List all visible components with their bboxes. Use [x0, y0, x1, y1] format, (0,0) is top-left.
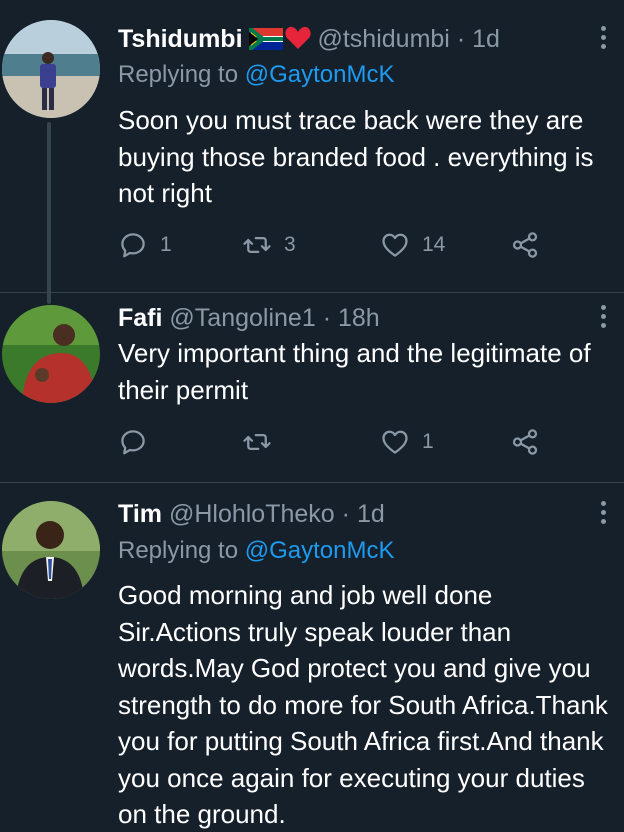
like-button[interactable]: 1	[380, 425, 434, 459]
user-handle[interactable]: @Tangoline1	[169, 304, 315, 332]
thread-line	[47, 122, 51, 304]
like-count: 1	[422, 430, 434, 453]
mention-link[interactable]: @GaytonMcK	[245, 537, 395, 564]
separator-dot: ·	[341, 500, 350, 528]
retweet-button[interactable]: 3	[242, 228, 296, 262]
tweet-text: Very important thing and the legitimate …	[118, 338, 591, 405]
tweet-feed: Tshidumbi @tshidumbi · 1d Replying to @G…	[0, 0, 624, 832]
reply-button[interactable]	[118, 425, 148, 459]
display-name[interactable]: Fafi	[118, 304, 162, 332]
display-name[interactable]: Tim	[118, 500, 162, 528]
reply-count: 1	[160, 233, 172, 256]
avatar-fafi[interactable]	[2, 305, 100, 403]
more-icon[interactable]	[596, 501, 610, 527]
share-icon	[512, 232, 538, 258]
share-button[interactable]	[510, 425, 540, 459]
heart-icon	[382, 233, 408, 257]
replying-prefix: Replying to	[118, 537, 245, 564]
reply-button[interactable]: 1	[118, 228, 172, 262]
share-button[interactable]	[510, 228, 540, 262]
action-bar: 1 3 14	[118, 228, 558, 262]
timestamp[interactable]: 1d	[357, 500, 385, 528]
mention-link[interactable]: @GaytonMcK	[245, 61, 395, 88]
retweet-count: 3	[284, 233, 296, 256]
tweet-1[interactable]: Tshidumbi @tshidumbi · 1d Replying to @G…	[0, 0, 624, 304]
reply-icon	[121, 233, 145, 258]
retweet-button[interactable]	[242, 425, 272, 459]
replying-to: Replying to @GaytonMcK	[118, 536, 395, 566]
replying-to: Replying to @GaytonMcK	[118, 60, 395, 90]
more-icon[interactable]	[596, 305, 610, 331]
retweet-icon	[243, 434, 271, 450]
reply-icon	[121, 430, 145, 455]
tweet-header: Tshidumbi @tshidumbi · 1d	[118, 23, 584, 57]
tweet-header: Tim @HlohloTheko · 1d	[118, 499, 584, 529]
display-name[interactable]: Tshidumbi	[118, 25, 243, 53]
timestamp[interactable]: 1d	[472, 25, 500, 53]
tweet-header: Fafi @Tangoline1 · 18h	[118, 303, 584, 333]
tweet-text: Soon you must trace back were they are b…	[118, 105, 594, 208]
user-handle[interactable]: @HlohloTheko	[169, 500, 335, 528]
more-icon[interactable]	[596, 26, 610, 52]
avatar-tim[interactable]	[2, 501, 100, 599]
avatar-tshidumbi[interactable]	[2, 20, 100, 118]
tweet-3[interactable]: Tim @HlohloTheko · 1d Replying to @Gayto…	[0, 483, 624, 832]
action-bar: 1	[118, 425, 558, 459]
like-button[interactable]: 14	[380, 228, 445, 262]
replying-prefix: Replying to	[118, 61, 245, 88]
tweet-text: Good morning and job well done Sir.Actio…	[118, 580, 608, 829]
red-heart-icon	[284, 26, 311, 57]
share-icon	[512, 429, 538, 455]
user-handle[interactable]: @tshidumbi	[317, 25, 449, 53]
south-africa-flag-icon	[246, 23, 283, 57]
separator-dot: ·	[456, 25, 466, 53]
timestamp[interactable]: 18h	[338, 304, 380, 332]
separator-dot: ·	[322, 304, 332, 332]
tweet-2[interactable]: Fafi @Tangoline1 · 18h Very important th…	[0, 293, 624, 481]
like-count: 14	[422, 233, 446, 256]
retweet-icon	[243, 237, 271, 253]
heart-icon	[382, 430, 408, 454]
